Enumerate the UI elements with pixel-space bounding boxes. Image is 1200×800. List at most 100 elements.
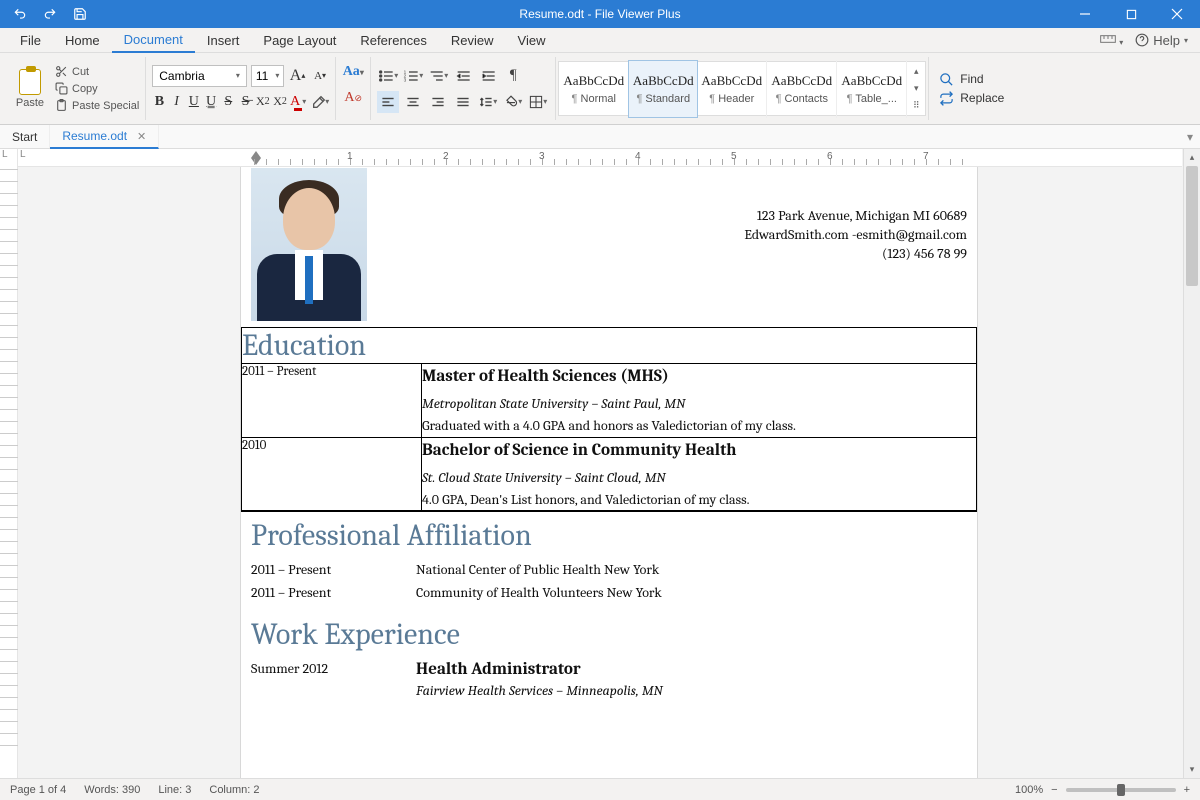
zoom-slider[interactable]	[1066, 788, 1176, 792]
aff-0-dates: 2011 – Present	[251, 561, 416, 578]
grow-font-button[interactable]: A▴	[288, 65, 306, 87]
menu-page-layout[interactable]: Page Layout	[251, 28, 348, 52]
double-strike-button[interactable]: S̶	[238, 91, 252, 113]
tabs-overflow-button[interactable]: ▾	[1180, 125, 1200, 148]
zoom-out-button[interactable]: −	[1051, 784, 1057, 796]
help-button[interactable]: Help ▾	[1131, 33, 1192, 48]
bold-button[interactable]: B	[152, 91, 166, 113]
document-viewport[interactable]: 123 Park Avenue, Michigan MI 60689 Edwar…	[18, 167, 1200, 778]
menu-references[interactable]: References	[348, 28, 438, 52]
close-button[interactable]	[1154, 0, 1200, 28]
double-underline-button[interactable]: U̳	[204, 91, 218, 113]
vertical-ruler[interactable]: L	[0, 149, 18, 778]
font-name-value: Cambria	[159, 69, 204, 83]
zoom-in-button[interactable]: +	[1184, 784, 1190, 796]
work-0-institution: Fairview Health Services – Minneapolis, …	[416, 682, 967, 699]
save-button[interactable]	[68, 0, 92, 28]
numbering-button[interactable]: 123▾	[402, 65, 424, 87]
decrease-indent-button[interactable]	[452, 65, 474, 87]
style-normal[interactable]: AaBbCcDdNormal	[559, 60, 629, 118]
font-color-button[interactable]: A▾	[290, 91, 306, 113]
borders-button[interactable]: ▾	[527, 91, 549, 113]
work-section: Work Experience Summer 2012 Health Admin…	[241, 617, 977, 715]
font-size-select[interactable]: 11▾	[251, 65, 285, 87]
increase-indent-button[interactable]	[477, 65, 499, 87]
work-heading: Work Experience	[251, 617, 967, 652]
work-0-dates: Summer 2012	[251, 660, 416, 699]
paste-special-icon	[54, 99, 68, 113]
font-name-select[interactable]: Cambria ▾	[152, 65, 247, 87]
underline-button[interactable]: U	[187, 91, 201, 113]
menu-file[interactable]: File	[8, 28, 53, 52]
change-case-button[interactable]: Aa▾	[342, 61, 364, 83]
tab-start[interactable]: Start	[0, 125, 50, 148]
scissors-icon	[54, 65, 68, 79]
maximize-button[interactable]	[1108, 0, 1154, 28]
vertical-scrollbar[interactable]: ▴ ▾	[1183, 149, 1200, 778]
show-marks-button[interactable]: ¶	[502, 65, 524, 87]
document-tabs: Start Resume.odt✕ ▾	[0, 125, 1200, 149]
find-label: Find	[960, 72, 983, 86]
titlebar: Resume.odt - File Viewer Plus	[0, 0, 1200, 28]
italic-button[interactable]: I	[170, 91, 184, 113]
paste-button[interactable]: Paste	[10, 65, 50, 113]
paste-special-button[interactable]: Paste Special	[54, 99, 139, 113]
edu-0-institution: Metropolitan State University – Saint Pa…	[422, 393, 976, 415]
close-tab-icon[interactable]: ✕	[137, 130, 146, 143]
scroll-up-icon[interactable]: ▴	[1184, 149, 1200, 166]
style-contacts[interactable]: AaBbCcDdContacts	[767, 60, 837, 118]
tab-resume[interactable]: Resume.odt✕	[50, 125, 159, 149]
edu-1-institution: St. Cloud State University – Saint Cloud…	[422, 467, 976, 489]
menu-insert[interactable]: Insert	[195, 28, 252, 52]
align-right-button[interactable]	[427, 91, 449, 113]
paste-label: Paste	[16, 97, 44, 109]
work-0-title: Health Administrator	[416, 660, 967, 679]
chevron-down-icon: ▾	[236, 71, 240, 80]
font-size-value: 11	[256, 69, 268, 83]
window-title: Resume.odt - File Viewer Plus	[519, 7, 680, 21]
scroll-thumb[interactable]	[1186, 166, 1198, 286]
clear-format-button[interactable]: A⊘	[342, 87, 364, 109]
menu-document[interactable]: Document	[112, 28, 195, 53]
find-button[interactable]: Find	[939, 72, 1004, 87]
strikethrough-button[interactable]: S	[221, 91, 235, 113]
cut-button[interactable]: Cut	[54, 65, 139, 79]
copy-button[interactable]: Copy	[54, 82, 139, 96]
replace-label: Replace	[960, 91, 1004, 105]
shading-button[interactable]: ▾	[502, 91, 524, 113]
edu-1-dates: 2010	[242, 437, 422, 511]
shrink-font-button[interactable]: A▾	[311, 65, 329, 87]
subscript-button[interactable]: X2	[273, 91, 287, 113]
zoom-value: 100%	[1015, 784, 1043, 796]
redo-button[interactable]	[38, 0, 62, 28]
contact-phone: (123) 456 78 99	[744, 245, 967, 264]
menu-home[interactable]: Home	[53, 28, 112, 52]
status-words: Words: 390	[84, 784, 140, 796]
replace-button[interactable]: Replace	[939, 91, 1004, 106]
styles-gallery[interactable]: AaBbCcDdNormal AaBbCcDdStandard AaBbCcDd…	[558, 61, 926, 116]
menu-view[interactable]: View	[506, 28, 558, 52]
align-center-button[interactable]	[402, 91, 424, 113]
scroll-down-icon[interactable]: ▾	[1184, 761, 1200, 778]
styles-scroll[interactable]: ▴▾⠿	[907, 66, 925, 111]
undo-button[interactable]	[8, 0, 32, 28]
style-header[interactable]: AaBbCcDdHeader	[697, 60, 767, 118]
menu-review[interactable]: Review	[439, 28, 506, 52]
contact-block: 123 Park Avenue, Michigan MI 60689 Edwar…	[744, 167, 977, 327]
minimize-button[interactable]	[1062, 0, 1108, 28]
superscript-button[interactable]: X2	[256, 91, 270, 113]
ruler-toggle-icon[interactable]: ▾	[1100, 33, 1124, 48]
svg-text:3: 3	[404, 77, 407, 82]
bullets-button[interactable]: ▾	[377, 65, 399, 87]
aff-1-text: Community of Health Volunteers New York	[416, 584, 967, 601]
style-standard[interactable]: AaBbCcDdStandard	[628, 60, 698, 118]
line-spacing-button[interactable]: ▾	[477, 91, 499, 113]
style-table[interactable]: AaBbCcDdTable_...	[837, 60, 907, 118]
align-left-button[interactable]	[377, 91, 399, 113]
multilevel-button[interactable]: ▾	[427, 65, 449, 87]
highlight-button[interactable]: ▾	[309, 91, 329, 113]
align-justify-button[interactable]	[452, 91, 474, 113]
horizontal-ruler[interactable]: L 1234567	[18, 149, 1182, 167]
ruler-corner-h: L	[20, 149, 26, 160]
cut-label: Cut	[72, 66, 89, 78]
